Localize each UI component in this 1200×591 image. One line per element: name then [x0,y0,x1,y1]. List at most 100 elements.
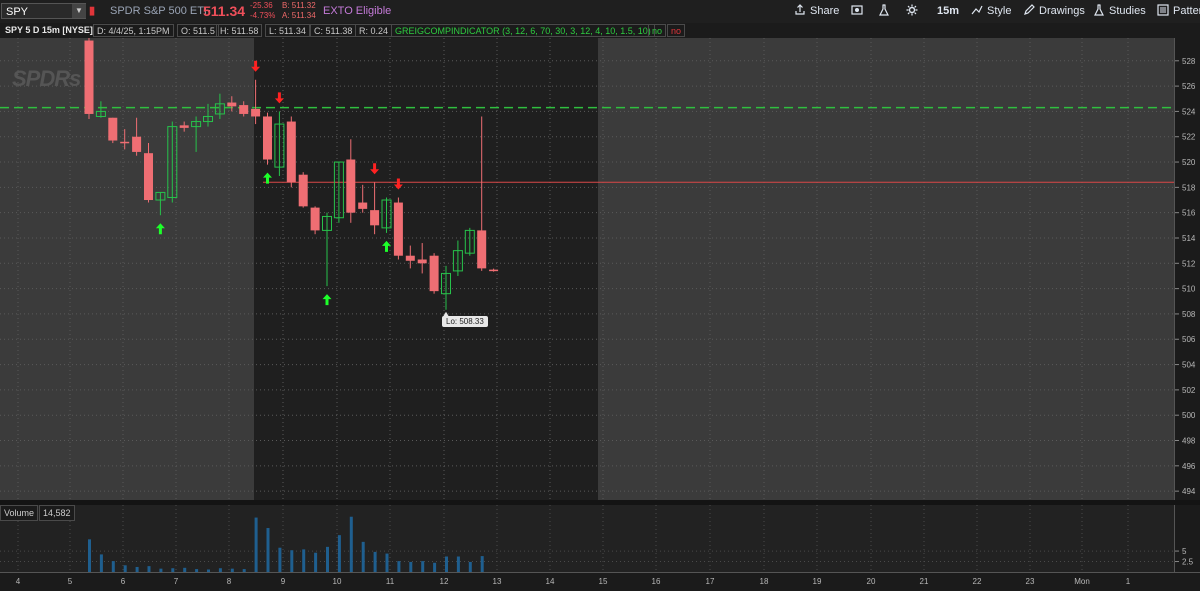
volume-bar [385,553,389,572]
candle-body [179,125,189,128]
symbol-dropdown-icon[interactable]: ▼ [72,4,86,18]
price-tick-label: 512 [1182,259,1196,268]
bid-ask: B: 511.32 A: 511.34 [282,1,316,21]
time-tick-label: 13 [493,577,502,586]
volume-bar [349,516,353,572]
volume-bar [99,554,103,572]
candle-body [108,117,118,141]
volume-chart[interactable] [0,505,1174,572]
settings-button[interactable] [906,3,922,20]
volume-bar [433,562,437,572]
volume-bar [456,556,460,572]
volume-axis[interactable]: 5 2.5 [1174,505,1200,572]
patterns-label: Patter [1173,5,1200,17]
bar-open: O: 511.5 [177,24,219,37]
candle-body [132,136,142,152]
bar-close: C: 511.38 [310,24,357,37]
price-tick-label: 494 [1182,487,1196,496]
studies-label: Studies [1109,5,1146,17]
chart-info-bar: SPY 5 D 15m [NYSE] D: 4/4/25, 1:15PM O: … [0,23,1200,38]
volume-legend: Volume 14,582 [0,505,76,521]
study-value-2: no [667,24,686,37]
candle-body [310,207,320,231]
price-tick-label: 514 [1182,234,1196,243]
candle-body [346,159,356,213]
price-tick-label: 518 [1182,183,1196,192]
candle-body [239,105,249,114]
style-button[interactable]: Style [971,3,1011,20]
candle-body [286,121,296,183]
last-price: 511.34 [203,3,246,19]
volume-value: 14,582 [39,505,75,521]
price-tick-label: 506 [1182,335,1196,344]
time-tick-label: 4 [16,577,21,586]
study-label[interactable]: GREIGCOMPINDICATOR (3, 12, 6, 70, 30, 3,… [391,24,655,37]
time-tick-label: 22 [973,577,982,586]
volume-bar [88,539,91,572]
timeframe-button[interactable]: 15m [937,3,959,20]
price-chart-canvas[interactable] [0,38,1174,500]
volume-bar [278,547,282,572]
price-axis[interactable]: 528 526 524 522 520 518 516 514 512 510 508 506 504 5… [1174,38,1200,500]
time-tick-label: 5 [68,577,73,586]
studies-button[interactable]: Studies [1093,3,1146,20]
price-tick-label: 522 [1182,133,1196,142]
share-button[interactable]: Share [794,3,839,20]
time-tick-label: 12 [440,577,449,586]
time-tick-label: 9 [281,577,286,586]
volume-label: Volume [0,505,39,521]
price-tick-label: 508 [1182,310,1196,319]
signal-up-arrow [155,223,165,235]
drawings-button[interactable]: Drawings [1023,3,1085,20]
pencil-icon [1024,4,1035,15]
snapshot-button[interactable] [851,3,867,20]
drawings-label: Drawings [1039,5,1085,17]
price-tick-label: 520 [1182,158,1196,167]
ask: A: 511.34 [282,11,316,20]
price-chart[interactable] [0,38,1174,500]
candle-body [417,259,427,264]
candle-body [489,269,499,272]
time-tick-label: 16 [652,577,661,586]
time-tick-label: 7 [174,577,179,586]
volume-chart-canvas [0,505,1174,572]
candle-body [251,108,261,117]
time-tick-label: 20 [867,577,876,586]
volume-tick-label: 5 [1182,547,1187,556]
price-tick-label: 502 [1182,386,1196,395]
volume-bar [373,551,377,572]
volume-bar [326,546,329,572]
price-change: -25.36 -4.73% [250,1,275,21]
study-value-1: no [648,24,667,37]
candle-body [358,202,368,209]
studies-icon [1094,4,1104,16]
net-change: -25.36 [250,1,273,10]
flag-icon[interactable]: ▮ [89,4,98,18]
time-tick-label: 1 [1126,577,1131,586]
volume-bar [445,556,448,572]
candle-body [227,102,237,107]
volume-bar [409,561,413,572]
time-tick-label: 15 [599,577,608,586]
bid: B: 511.32 [282,1,316,10]
candle-body [144,153,153,201]
volume-axis-canvas: 52.5 [1175,547,1194,567]
flask-button[interactable] [878,3,894,20]
time-tick-label: 10 [333,577,342,586]
time-axis[interactable]: 4 5 6 7 8 9 10 11 12 13 14 15 16 17 18 19 20 21 22 23 Mon 1 [0,572,1200,586]
time-axis-canvas: 4 5 6 7 8 9 10 11 12 13 14 15 16 17 18 19 20 21 22 23 Mon 1 [16,577,1131,586]
candle-body [405,255,415,261]
candle-body [263,116,272,160]
patterns-button[interactable]: Patter [1157,3,1200,20]
time-tick-label: 17 [706,577,715,586]
volume-bar [314,552,318,572]
time-tick-label: 21 [920,577,929,586]
style-icon [971,5,983,15]
time-tick-label: 8 [227,577,232,586]
time-tick-label: 11 [386,577,395,586]
share-label: Share [810,5,840,17]
candle-body [84,40,94,114]
time-tick-label: 19 [813,577,822,586]
volume-bar [111,561,115,572]
time-tick-label: Mon [1074,577,1090,586]
